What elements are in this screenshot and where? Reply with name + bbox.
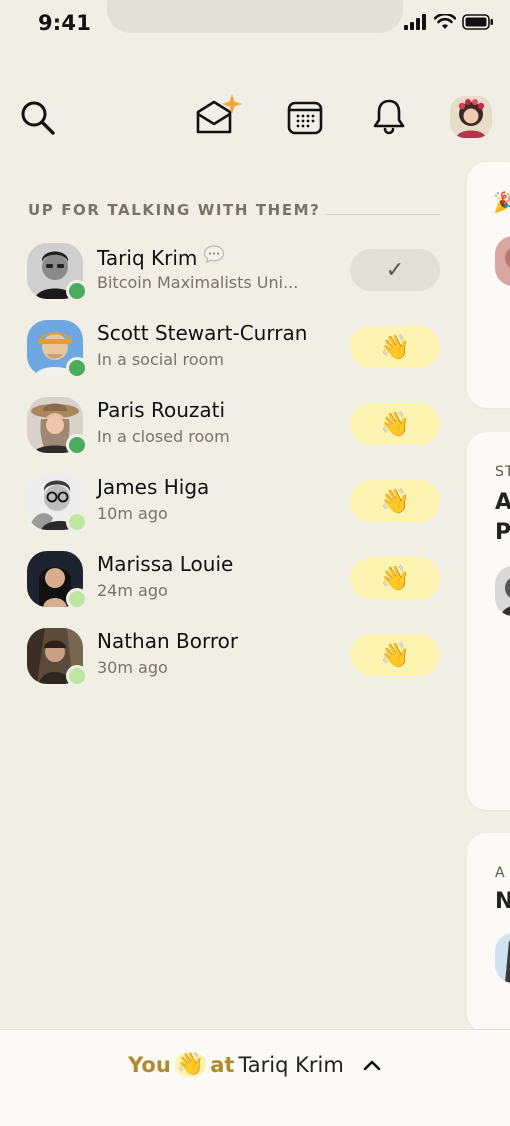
notifications-button[interactable]	[368, 96, 410, 138]
room-card-2[interactable]: ST A P	[467, 432, 510, 810]
wave-status-text: You 👋 at Tariq Krim	[0, 1052, 510, 1077]
battery-icon	[462, 14, 493, 30]
room-card-1[interactable]: 🎉	[467, 162, 510, 408]
profile-avatar-button[interactable]	[450, 96, 492, 138]
person-name: Paris Rouzati	[97, 398, 226, 422]
person-name: Scott Stewart-Curran	[97, 321, 308, 345]
status-time: 9:41	[38, 11, 92, 35]
chevron-up-icon[interactable]	[362, 1053, 382, 1077]
wave-button[interactable]: 👋	[350, 480, 440, 522]
online-status-dot	[66, 280, 88, 302]
recent-status-dot	[66, 588, 88, 610]
card-title-line: N	[495, 889, 510, 914]
avatar	[495, 236, 510, 286]
search-icon	[21, 101, 55, 135]
list-item[interactable]: Marissa Louie 24m ago 👋	[0, 544, 460, 621]
list-item[interactable]: Nathan Borror 30m ago 👋	[0, 621, 460, 698]
person-status: 30m ago	[97, 658, 168, 677]
device-notch	[107, 0, 403, 33]
room-card-3[interactable]: A N	[467, 833, 510, 1033]
card-title-line: P	[495, 520, 510, 545]
recent-status-dot	[66, 511, 88, 533]
card-club-label: A	[495, 865, 506, 881]
wave-target-name: Tariq Krim	[238, 1052, 344, 1077]
list-item[interactable]: Scott Stewart-Curran In a social room 👋	[0, 313, 460, 390]
person-status: 24m ago	[97, 581, 168, 600]
status-icons	[404, 14, 494, 30]
wave-sent-button[interactable]: ✓	[350, 249, 440, 291]
online-status-dot	[66, 434, 88, 456]
card-club-label: ST	[495, 464, 510, 480]
section-title: UP FOR TALKING WITH THEM?	[28, 201, 321, 219]
calendar-button[interactable]	[284, 96, 326, 138]
list-item[interactable]: James Higa 10m ago 👋	[0, 467, 460, 544]
person-name: James Higa	[97, 475, 210, 499]
wave-icon: 👋	[174, 1052, 207, 1077]
at-label: at	[210, 1052, 235, 1077]
list-item[interactable]: Paris Rouzati In a closed room 👋	[0, 390, 460, 467]
person-status: In a social room	[97, 350, 224, 369]
person-status: 10m ago	[97, 504, 168, 523]
people-list: Tariq Krim Bitcoin Maximalists Uni... ✓ …	[0, 236, 460, 698]
envelope-sparkle-icon	[196, 94, 242, 134]
recent-status-dot	[66, 665, 88, 687]
cellular-signal-icon	[404, 14, 426, 30]
avatar	[495, 933, 510, 983]
search-button[interactable]	[16, 96, 60, 140]
person-name: Nathan Borror	[97, 629, 239, 653]
wave-button[interactable]: 👋	[350, 634, 440, 676]
wave-button[interactable]: 👋	[350, 557, 440, 599]
person-name: Tariq Krim	[97, 244, 225, 270]
avatar	[495, 566, 510, 616]
section-divider	[326, 214, 440, 215]
calendar-icon	[287, 101, 323, 135]
status-bar: 9:41	[0, 0, 510, 50]
you-label: You	[128, 1052, 171, 1077]
person-status: In a closed room	[97, 427, 230, 446]
person-status: Bitcoin Maximalists Uni...	[97, 273, 299, 292]
list-item[interactable]: Tariq Krim Bitcoin Maximalists Uni... ✓	[0, 236, 460, 313]
wave-button[interactable]: 👋	[350, 403, 440, 445]
chat-bubble-icon	[203, 244, 225, 268]
wifi-icon	[434, 14, 456, 29]
invite-button[interactable]	[192, 92, 246, 138]
party-popper-icon: 🎉	[493, 190, 510, 214]
online-status-dot	[66, 357, 88, 379]
profile-avatar	[450, 96, 492, 138]
person-name: Marissa Louie	[97, 552, 234, 576]
wave-button[interactable]: 👋	[350, 326, 440, 368]
card-title-line: A	[495, 490, 510, 515]
bell-icon	[373, 99, 405, 135]
wave-status-bar[interactable]: You 👋 at Tariq Krim	[0, 1029, 510, 1126]
